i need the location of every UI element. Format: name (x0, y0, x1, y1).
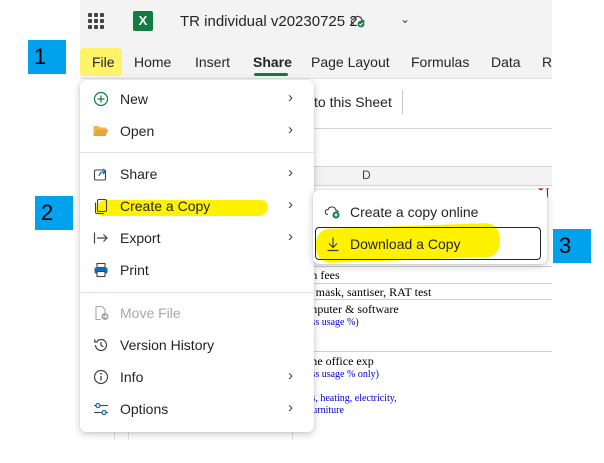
menu-item-label: Open (120, 123, 155, 139)
move-file-icon (95, 305, 109, 321)
active-tab-indicator (254, 73, 288, 76)
tab-review-partial[interactable]: R (542, 54, 552, 70)
menu-item-export[interactable] (80, 222, 314, 254)
toolbar-command-label[interactable]: to this Sheet (314, 94, 392, 110)
info-icon (93, 369, 109, 385)
menu-item-label: Version History (120, 337, 215, 353)
cell-note[interactable]: gas, heating, electricity, (302, 393, 397, 404)
menu-item-move-file (80, 297, 314, 329)
column-header-row (300, 166, 552, 186)
formula-bar-border (300, 128, 552, 129)
document-title[interactable]: TR individual v20230725 2 (180, 13, 358, 30)
share-icon (93, 168, 107, 181)
gridline (300, 266, 552, 267)
menu-divider (80, 292, 314, 293)
menu-item-share[interactable] (80, 158, 314, 190)
menu-item-options[interactable] (80, 393, 314, 425)
app-launcher-icon[interactable] (88, 13, 104, 29)
menu-item-info[interactable] (80, 361, 314, 393)
menu-item-label: Create a Copy (120, 198, 211, 214)
cloud-add-icon (324, 206, 340, 219)
tab-share[interactable]: Share (253, 54, 292, 70)
chevron-right-icon: › (288, 121, 293, 138)
gridline (300, 351, 552, 352)
step-badge-2: 2 (35, 196, 73, 230)
folder-open-icon (93, 126, 109, 136)
step-badge-3: 3 (553, 229, 591, 263)
toolbar-divider (402, 90, 403, 114)
menu-item-label: New (120, 91, 149, 107)
submenu-item-label: Download a Copy (350, 236, 461, 252)
step-badge-1: 1 (28, 40, 66, 74)
options-icon (94, 402, 108, 416)
chevron-right-icon: › (288, 367, 293, 384)
tab-data[interactable]: Data (491, 54, 521, 70)
history-icon (94, 338, 108, 352)
menu-item-label: Options (120, 401, 169, 417)
plus-circle-icon (93, 91, 109, 107)
tab-formulas[interactable]: Formulas (411, 54, 469, 70)
menu-item-open[interactable] (80, 115, 314, 147)
cloud-sync-icon[interactable] (350, 12, 366, 28)
gridline (300, 283, 552, 284)
chevron-down-icon[interactable]: ⌄ (400, 12, 410, 26)
chevron-right-icon: › (288, 196, 293, 213)
submenu-item-label: Create a copy online (350, 204, 479, 220)
printer-icon (94, 262, 108, 278)
tab-page-layout[interactable]: Page Layout (311, 54, 390, 70)
column-header-d[interactable]: D (362, 168, 371, 182)
menu-item-label: Info (120, 369, 144, 385)
chevron-right-icon: › (288, 89, 293, 106)
excel-icon: X (133, 11, 153, 31)
chevron-right-icon: › (288, 164, 293, 181)
menu-item-print[interactable] (80, 254, 314, 286)
tab-insert[interactable]: Insert (195, 54, 230, 70)
cell-text[interactable]: omputer & software (302, 302, 399, 317)
chevron-right-icon: › (288, 228, 293, 245)
tab-file[interactable]: File (92, 54, 115, 70)
menu-item-label: Export (120, 230, 161, 246)
menu-item-new[interactable] (80, 83, 314, 115)
menu-item-label: Move File (120, 305, 181, 321)
menu-divider (80, 152, 314, 153)
download-icon (327, 237, 339, 252)
tab-home[interactable]: Home (134, 54, 171, 70)
cell-text[interactable]: ce mask, santiser, RAT test (302, 285, 431, 300)
menu-item-label: Print (120, 262, 149, 278)
chevron-right-icon: › (288, 399, 293, 416)
menu-item-label: Share (120, 166, 158, 182)
export-icon (93, 232, 108, 244)
copy-icon (94, 198, 108, 215)
